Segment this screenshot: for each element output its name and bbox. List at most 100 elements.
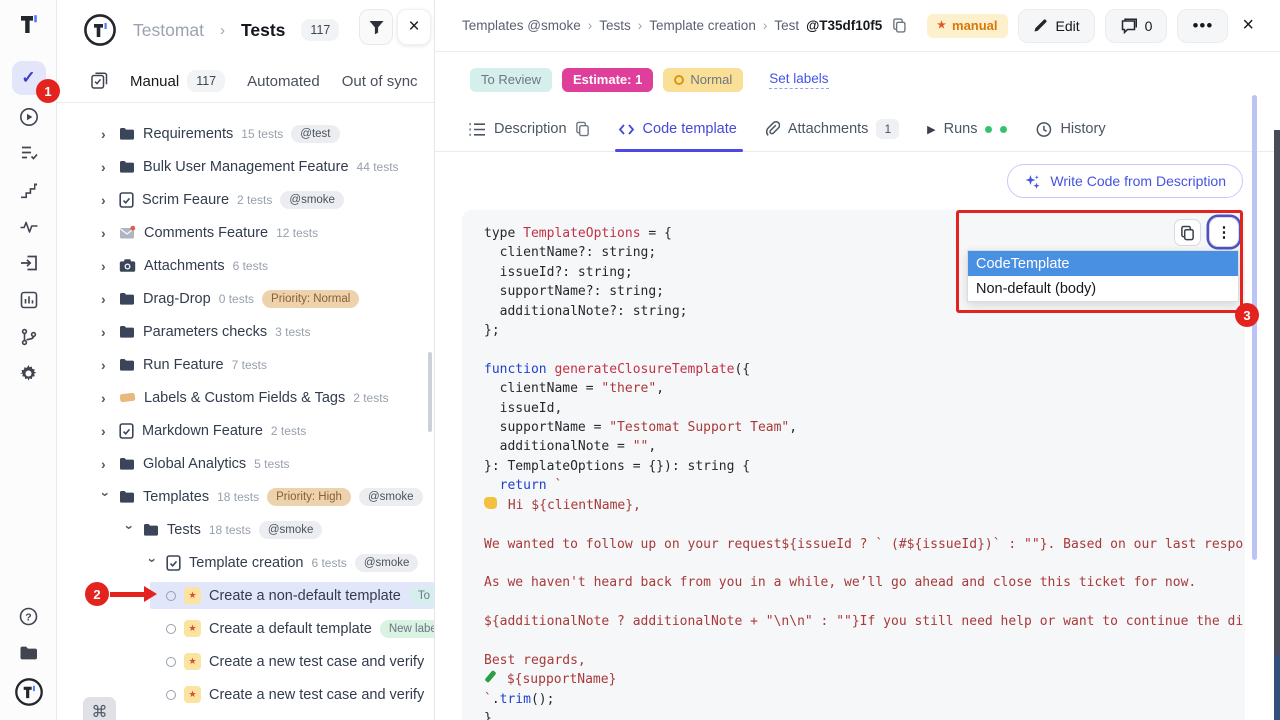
folder-icon xyxy=(119,292,135,306)
chevron-icon[interactable]: › xyxy=(101,126,111,142)
suite-item[interactable]: ›Scrim Feaure2 tests@smoke xyxy=(57,186,434,213)
wave-emoji-icon xyxy=(484,497,497,509)
set-labels-link[interactable]: Set labels xyxy=(769,71,828,89)
crumb-separator: › xyxy=(638,18,643,33)
item-label: Requirements xyxy=(143,126,233,142)
tab-manual[interactable]: Manual117 xyxy=(130,70,225,92)
tab-description[interactable]: Description xyxy=(468,107,590,151)
tab-automated[interactable]: Automated xyxy=(247,73,320,90)
suite-item[interactable]: ›Labels & Custom Fields & Tags2 tests xyxy=(57,384,434,411)
test-emoji-icon: ★ xyxy=(184,686,201,703)
attachments-count-badge: 1 xyxy=(876,119,899,139)
chevron-icon[interactable]: › xyxy=(101,159,111,175)
chevron-icon[interactable]: › xyxy=(101,324,111,340)
crumb-template-creation[interactable]: Template creation xyxy=(649,18,756,33)
folder-icon xyxy=(18,643,39,664)
rail-item-checklist[interactable] xyxy=(0,143,57,163)
suite-item[interactable]: ›Requirements15 tests@test xyxy=(57,120,434,147)
suite-item[interactable]: ›Template creation6 tests@smoke xyxy=(57,549,434,576)
code-line: issueId, xyxy=(484,399,1245,418)
rail-item-analytics[interactable] xyxy=(0,290,57,310)
suite-item[interactable]: ›Global Analytics5 tests xyxy=(57,450,434,477)
app-logo-icon xyxy=(0,12,57,38)
test-item[interactable]: ★Create a default templateNew label xyxy=(150,615,434,642)
tag-badge: @smoke xyxy=(280,191,344,209)
breadcrumb-product[interactable]: Testomat xyxy=(133,20,204,41)
chevron-icon[interactable]: › xyxy=(122,525,138,535)
rail-item-settings[interactable] xyxy=(0,363,57,384)
rail-item-runs[interactable] xyxy=(0,106,57,128)
tab-attachments[interactable]: Attachments 1 xyxy=(765,107,899,151)
test-list-icon xyxy=(90,72,108,90)
copy-description-icon[interactable] xyxy=(575,121,590,137)
suite-item[interactable]: ›Bulk User Management Feature44 tests xyxy=(57,153,434,180)
tag-badge: @smoke xyxy=(259,521,323,539)
tag-badge: Priority: Normal xyxy=(262,290,359,308)
chevron-icon[interactable]: › xyxy=(101,291,111,307)
rail-item-projects[interactable] xyxy=(0,643,57,664)
pulse-icon xyxy=(19,217,39,237)
breadcrumb-separator: › xyxy=(220,22,225,39)
suite-item[interactable]: ›Drag-Drop0 testsPriority: Normal xyxy=(57,285,434,312)
chevron-icon[interactable]: › xyxy=(101,225,111,241)
tab-runs[interactable]: ▶ Runs xyxy=(927,107,1007,151)
test-emoji-icon: ★ xyxy=(184,620,201,637)
rail-item-help[interactable]: ? xyxy=(0,606,57,627)
rail-item-steps[interactable] xyxy=(0,180,57,200)
rail-item-branches[interactable] xyxy=(0,327,57,347)
item-label: Create a new test case and verify xyxy=(209,654,424,670)
test-count: 2 tests xyxy=(237,193,272,207)
suite-item[interactable]: ›Parameters checks3 tests xyxy=(57,318,434,345)
tag-badge: New label xyxy=(380,620,434,638)
test-status-icon xyxy=(166,591,176,601)
test-count: 15 tests xyxy=(241,127,283,141)
suite-item[interactable]: ›Tests18 tests@smoke xyxy=(57,516,434,543)
suite-item[interactable]: ›Templates18 testsPriority: High@smoke xyxy=(57,483,434,510)
more-actions-button[interactable]: ••• xyxy=(1177,9,1228,43)
chevron-icon[interactable]: › xyxy=(101,390,111,406)
suite-item[interactable]: ›Attachments6 tests xyxy=(57,252,434,279)
comments-count: 0 xyxy=(1145,18,1153,34)
edit-button[interactable]: Edit xyxy=(1018,9,1095,43)
crumb-templates[interactable]: Templates @smoke xyxy=(462,18,581,33)
tree-scrollbar[interactable] xyxy=(428,352,432,432)
crumb-tests[interactable]: Tests xyxy=(599,18,631,33)
rail-item-import[interactable] xyxy=(0,253,57,273)
close-detail-button[interactable]: × xyxy=(1238,14,1258,37)
chevron-icon[interactable]: › xyxy=(101,192,111,208)
chevron-icon[interactable]: › xyxy=(101,357,111,373)
play-circle-icon xyxy=(18,106,40,128)
close-tree-button[interactable]: × xyxy=(397,9,431,45)
chevron-icon[interactable]: › xyxy=(101,258,111,274)
item-label: Template creation xyxy=(189,555,303,571)
test-detail-panel: Templates @smoke › Tests › Template crea… xyxy=(435,0,1280,720)
chevron-icon[interactable]: › xyxy=(98,492,114,502)
chevron-icon[interactable]: › xyxy=(145,558,161,568)
manual-status-badge: ★manual xyxy=(927,14,1007,38)
detail-scrollbar[interactable] xyxy=(1252,95,1257,560)
tab-code-template[interactable]: Code template xyxy=(618,107,737,151)
tab-history[interactable]: History xyxy=(1035,107,1105,151)
play-icon: ▶ xyxy=(927,123,935,136)
chevron-icon[interactable]: › xyxy=(101,423,111,439)
rail-item-activity[interactable] xyxy=(0,217,57,237)
chevron-icon[interactable]: › xyxy=(101,456,111,472)
tests-tree: ›Requirements15 tests@test›Bulk User Man… xyxy=(57,103,434,720)
crumb-test-prefix: Test xyxy=(774,18,799,33)
suite-item[interactable]: ›Run Feature7 tests xyxy=(57,351,434,378)
rail-item-profile[interactable] xyxy=(0,677,57,707)
close-icon: × xyxy=(408,16,419,38)
tab-out-of-sync[interactable]: Out of sync xyxy=(342,73,418,90)
test-item[interactable]: ★Create a new test case and verify xyxy=(150,681,434,708)
test-item[interactable]: ★Create a new test case and verify xyxy=(150,648,434,675)
test-item[interactable]: ★Create a non-default templateTo Review xyxy=(150,582,434,609)
write-code-from-description-button[interactable]: Write Code from Description xyxy=(1007,164,1243,198)
suite-item[interactable]: ›Markdown Feature2 tests xyxy=(57,417,434,444)
suite-item[interactable]: ›Comments Feature12 tests xyxy=(57,219,434,246)
item-label: Parameters checks xyxy=(143,324,267,340)
doc-icon xyxy=(166,555,181,571)
comments-button[interactable]: 0 xyxy=(1105,9,1168,43)
folder-icon xyxy=(143,523,159,537)
copy-id-icon[interactable] xyxy=(892,17,907,34)
filter-button[interactable] xyxy=(359,9,393,45)
